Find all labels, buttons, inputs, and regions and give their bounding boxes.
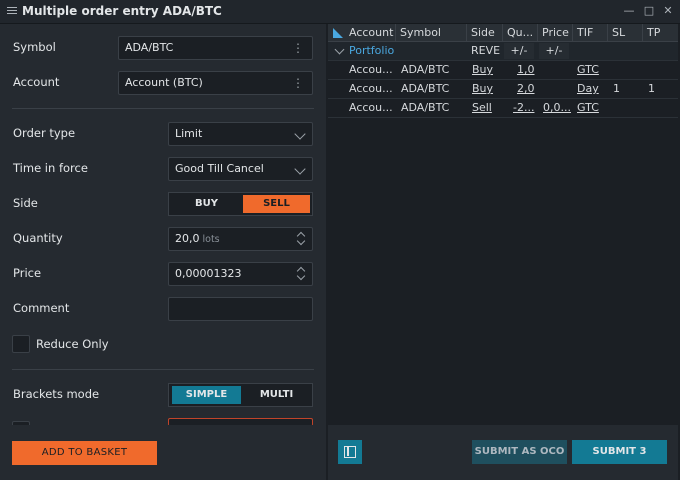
column-header-sl[interactable]: SL bbox=[608, 24, 643, 42]
cell-tif[interactable]: Day bbox=[577, 80, 599, 98]
portfolio-price-adjust-button[interactable]: +/- bbox=[539, 43, 569, 59]
submit-as-oco-button[interactable]: SUBMIT AS OCO bbox=[472, 440, 567, 464]
cell-tif[interactable]: GTC bbox=[577, 61, 599, 79]
price-stepper[interactable]: 0,00001323 bbox=[168, 262, 313, 286]
reduce-only-label: Reduce Only bbox=[36, 337, 109, 351]
more-vertical-icon[interactable]: ⋮ bbox=[292, 72, 304, 94]
submit-button[interactable]: SUBMIT 3 bbox=[572, 440, 667, 464]
tif-value: Good Till Cancel bbox=[175, 162, 264, 175]
brackets-toggle: SIMPLE MULTI bbox=[168, 383, 313, 407]
add-to-basket-button[interactable]: ADD TO BASKET bbox=[12, 441, 157, 465]
cell-quantity[interactable]: 2,0 bbox=[517, 80, 535, 98]
account-field[interactable]: Account (BTC) ⋮ bbox=[118, 71, 313, 95]
column-header-symbol[interactable]: Symbol bbox=[396, 24, 467, 42]
cell-side[interactable]: Buy bbox=[472, 61, 493, 79]
table-row[interactable]: Accou... ADA/BTC Sell -2... 0,0... GTC bbox=[328, 99, 678, 118]
cell-symbol: ADA/BTC bbox=[401, 63, 450, 76]
window-title: Multiple order entry ADA/BTC bbox=[22, 4, 222, 18]
minimize-icon[interactable]: — bbox=[622, 4, 636, 18]
order-type-select[interactable]: Limit bbox=[168, 122, 313, 146]
table-row[interactable]: Accou... ADA/BTC Buy 1,0 GTC bbox=[328, 61, 678, 80]
tif-select[interactable]: Good Till Cancel bbox=[168, 157, 313, 181]
comment-label: Comment bbox=[13, 301, 70, 315]
quantity-stepper[interactable]: 20,0 lots bbox=[168, 227, 313, 251]
stepper-icon[interactable] bbox=[296, 266, 306, 282]
portfolio-group-row[interactable]: Portfolio REVE +/- +/- bbox=[328, 42, 678, 61]
cell-symbol: ADA/BTC bbox=[401, 101, 450, 114]
cell-tp[interactable]: 1 bbox=[648, 80, 655, 98]
chevron-down-icon bbox=[294, 128, 306, 140]
account-value: Account (BTC) bbox=[125, 76, 203, 89]
order-type-value: Limit bbox=[175, 127, 203, 140]
side-label: Side bbox=[13, 196, 38, 210]
brackets-simple-button[interactable]: SIMPLE bbox=[172, 386, 241, 404]
grid-header: Account Symbol Side Qu... Price TIF SL T… bbox=[328, 24, 678, 42]
comment-field[interactable] bbox=[168, 297, 313, 321]
panel-layout-icon bbox=[344, 446, 356, 458]
cell-side[interactable]: Sell bbox=[472, 99, 492, 117]
cell-quantity[interactable]: 1,0 bbox=[517, 61, 535, 79]
hamburger-menu-icon[interactable] bbox=[6, 5, 18, 17]
title-bar: Multiple order entry ADA/BTC — □ ✕ bbox=[0, 0, 680, 24]
account-label: Account bbox=[13, 75, 60, 89]
column-header-account[interactable]: Account bbox=[345, 24, 396, 42]
basket-grid-panel: Account Symbol Side Qu... Price TIF SL T… bbox=[328, 24, 678, 480]
column-header-quantity[interactable]: Qu... bbox=[503, 24, 538, 42]
column-header-price[interactable]: Price bbox=[538, 24, 573, 42]
cell-symbol: ADA/BTC bbox=[401, 82, 450, 95]
column-header-tp[interactable]: TP bbox=[643, 24, 678, 42]
cell-side[interactable]: Buy bbox=[472, 80, 493, 98]
divider bbox=[12, 369, 314, 370]
portfolio-label: Portfolio bbox=[349, 44, 395, 57]
cell-sl[interactable]: 1 bbox=[613, 80, 620, 98]
price-value: 0,00001323 bbox=[175, 267, 242, 280]
cell-account: Accou... bbox=[349, 82, 393, 95]
portfolio-qty-adjust-button[interactable]: +/- bbox=[504, 43, 534, 59]
portfolio-side[interactable]: REVE bbox=[471, 42, 500, 60]
brackets-multi-button[interactable]: MULTI bbox=[243, 386, 310, 404]
column-header-side[interactable]: Side bbox=[467, 24, 503, 42]
cell-tif[interactable]: GTC bbox=[577, 99, 599, 117]
symbol-field[interactable]: ADA/BTC ⋮ bbox=[118, 36, 313, 60]
cell-account: Accou... bbox=[349, 101, 393, 114]
more-vertical-icon[interactable]: ⋮ bbox=[292, 37, 304, 59]
stepper-icon[interactable] bbox=[296, 231, 306, 247]
sort-corner-icon[interactable] bbox=[333, 28, 343, 38]
side-toggle: BUY SELL bbox=[168, 192, 313, 216]
chevron-down-icon[interactable] bbox=[334, 44, 345, 55]
chevron-down-icon bbox=[294, 163, 306, 175]
cell-account: Accou... bbox=[349, 63, 393, 76]
quantity-unit: lots bbox=[202, 234, 220, 245]
price-label: Price bbox=[13, 266, 42, 280]
toggle-panel-button[interactable] bbox=[338, 440, 362, 464]
divider bbox=[12, 108, 314, 109]
cell-quantity[interactable]: -2... bbox=[513, 99, 535, 117]
symbol-value: ADA/BTC bbox=[125, 41, 174, 54]
close-icon[interactable]: ✕ bbox=[661, 4, 675, 18]
symbol-label: Symbol bbox=[13, 40, 56, 54]
cell-price[interactable]: 0,0... bbox=[543, 99, 571, 117]
side-sell-button[interactable]: SELL bbox=[243, 195, 310, 213]
brackets-label: Brackets mode bbox=[13, 387, 100, 401]
column-header-tif[interactable]: TIF bbox=[573, 24, 608, 42]
tif-label: Time in force bbox=[13, 161, 88, 175]
table-row[interactable]: Accou... ADA/BTC Buy 2,0 Day 1 1 bbox=[328, 80, 678, 99]
side-buy-button[interactable]: BUY bbox=[172, 195, 241, 213]
quantity-value: 20,0 bbox=[175, 232, 200, 245]
order-type-label: Order type bbox=[13, 126, 76, 140]
reduce-only-checkbox[interactable] bbox=[12, 335, 30, 353]
quantity-label: Quantity bbox=[13, 231, 63, 245]
maximize-icon[interactable]: □ bbox=[642, 4, 656, 18]
